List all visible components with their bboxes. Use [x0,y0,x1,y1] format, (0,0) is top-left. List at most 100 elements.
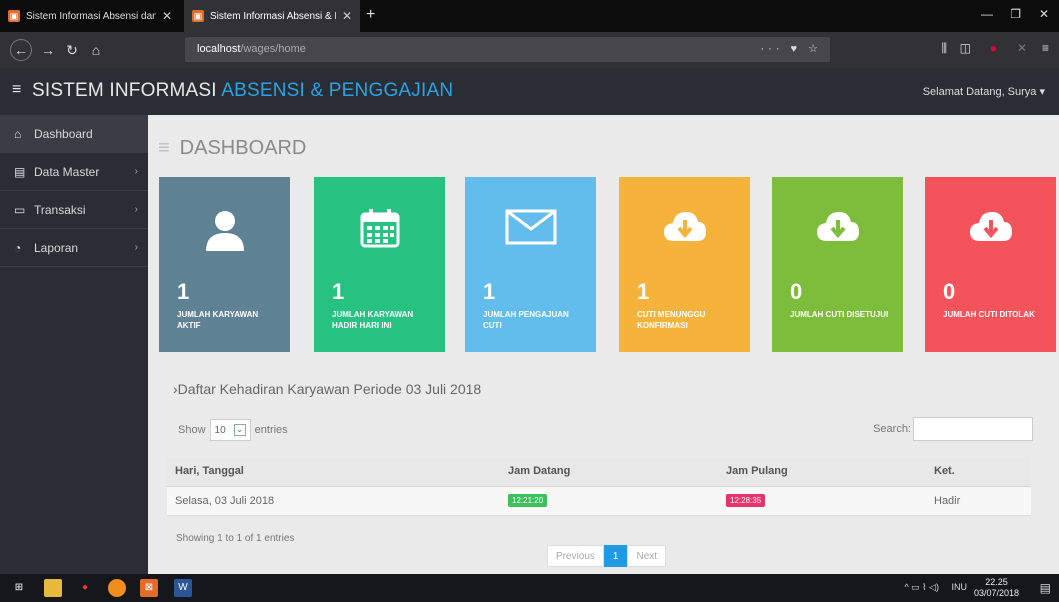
attendance-table: Hari, Tanggal Jam Datang Jam Pulang Ket.… [167,457,1031,516]
main-content: ≡ DASHBOARD 1 JUMLAH KARYAWAN AKTIF 1 JUM… [148,115,1059,574]
restore-button[interactable]: ❐ [1010,7,1021,21]
home-icon: ⌂ [14,127,22,141]
stat-card-cuti-ditolak[interactable]: 0 JUMLAH CUTI DITOLAK [925,177,1056,352]
forward-button[interactable]: → [38,40,58,60]
clock-time: 22.25 [985,577,1008,587]
os-taskbar: ⊞ ● ⊠ W ^ ▭ ⌇ ◁) INU 22.25 03/07/2018 ▤ [0,574,1059,602]
extension-icon[interactable]: ✕ [1017,41,1027,55]
stat-card-cuti-menunggu[interactable]: 1 CUTI MENUNGGU KONFIRMASI [619,177,750,352]
sidebar-item-dashboard[interactable]: ⌂ Dashboard [0,115,148,153]
stat-label: JUMLAH CUTI DITOLAK [943,310,1035,319]
column-header-jam-pulang[interactable]: Jam Pulang [718,457,926,487]
page-title: ≡ DASHBOARD [158,137,306,160]
adblock-icon[interactable]: ● [990,41,997,55]
tab-title: Sistem Informasi Absensi dan P [26,10,156,22]
page-length-select[interactable]: 10 ⌄ [209,419,251,441]
sidebar-item-label: Transaksi [34,203,86,217]
app-header: ≡ SISTEM INFORMASI ABSENSI & PENGGAJIAN … [0,68,1059,115]
stat-label: JUMLAH PENGAJUAN CUTI [483,310,569,330]
table-info: Showing 1 to 1 of 1 entries [176,533,295,544]
sidebar-item-laporan[interactable]: ◔ Laporan › [0,229,148,267]
browser-tab-2[interactable]: ▣ Sistem Informasi Absensi & Per ✕ [184,0,360,32]
app-title: SISTEM INFORMASI ABSENSI & PENGGAJIAN [32,80,453,102]
envelope-icon [465,207,596,250]
section-heading: ›Daftar Kehadiran Karyawan Periode 03 Ju… [173,381,481,397]
cell-date: Selasa, 03 Juli 2018 [167,486,500,516]
browser-nav-bar: ← → ↻ ⌂ ⓘlocalhost/wages/home ··· ♥ ☆ ⫼ … [0,32,1059,473]
sidebar-item-label: Dashboard [34,127,93,141]
minimize-button[interactable]: — [981,7,993,21]
stat-label: CUTI MENUNGGU KONFIRMASI [637,310,706,330]
stat-card-karyawan-aktif[interactable]: 1 JUMLAH KARYAWAN AKTIF [159,177,290,352]
pagination-previous[interactable]: Previous [547,545,604,567]
windows-start-icon[interactable]: ⊞ [10,579,28,597]
sidebar-item-data-master[interactable]: ▤ Data Master › [0,153,148,191]
page-length-control: Show 10 ⌄ entries [178,419,288,441]
cloud-download-icon [772,207,903,250]
language-indicator[interactable]: INU [952,582,968,592]
sidebar-toggle-icon[interactable]: ◫ [960,41,971,55]
menu-toggle-icon[interactable]: ≡ [12,81,21,99]
system-clock[interactable]: 22.25 03/07/2018 [974,577,1019,599]
url-host: localhost [197,43,241,55]
file-explorer-icon[interactable] [44,579,62,597]
show-label: Show [178,424,206,436]
stat-card-karyawan-hadir[interactable]: 1 JUMLAH KARYAWAN HADIR HARI INI [314,177,445,352]
user-icon [159,207,290,256]
close-tab-icon[interactable]: ✕ [342,9,352,23]
chevron-right-icon: › [134,166,138,177]
sidebar-item-label: Data Master [34,165,100,179]
browser-tab-1[interactable]: ▣ Sistem Informasi Absensi dan P ✕ [0,0,180,32]
library-icon[interactable]: ⫼ [941,41,947,56]
home-button[interactable]: ⌂ [86,40,106,60]
app-icon[interactable]: ● [76,579,94,597]
user-menu[interactable]: Selamat Datang, Surya ▾ [923,85,1045,98]
search-input[interactable] [913,417,1033,441]
pagination-page[interactable]: 1 [603,545,628,567]
page-actions-icon[interactable]: ··· ♥ ☆ [761,37,823,62]
time-out-badge: 12:28:35 [726,494,766,507]
url-bar[interactable]: ⓘlocalhost/wages/home ··· ♥ ☆ [185,37,830,473]
chevron-right-icon: › [134,242,138,253]
column-header-date[interactable]: Hari, Tanggal [167,457,500,487]
stat-card-cuti-disetujui[interactable]: 0 JUMLAH CUTI DISETUJUI [772,177,903,352]
stat-label: JUMLAH KARYAWAN HADIR HARI INI [332,310,414,330]
reload-button[interactable]: ↻ [62,40,82,60]
pagination-next[interactable]: Next [627,545,667,567]
close-window-button[interactable]: ✕ [1039,7,1049,21]
cloud-download-icon [619,207,750,250]
word-icon[interactable]: W [174,579,192,597]
column-header-jam-datang[interactable]: Jam Datang [500,457,718,487]
stat-value: 0 [943,279,956,304]
back-button[interactable]: ← [10,39,32,61]
site-favicon-icon: ▣ [192,10,204,22]
search-label: Search: [873,423,911,435]
list-icon: ▤ [14,165,26,179]
table-header-row: Hari, Tanggal Jam Datang Jam Pulang Ket. [167,457,1031,487]
firefox-icon[interactable] [108,579,126,597]
sidebar-item-label: Laporan [34,241,79,255]
close-tab-icon[interactable]: ✕ [162,9,172,23]
monitor-icon: ▭ [14,203,26,217]
system-tray-icons[interactable]: ^ ▭ ⌇ ◁) [904,582,939,593]
browser-menu-icon[interactable]: ≡ [1042,41,1049,55]
pagination: Previous 1 Next [547,545,667,567]
xampp-icon[interactable]: ⊠ [140,579,158,597]
cloud-download-icon [925,207,1056,250]
column-header-ket[interactable]: Ket. [926,457,1031,487]
pie-chart-icon: ◔ [14,241,22,255]
chevron-right-icon: › [134,204,138,215]
sidebar-item-transaksi[interactable]: ▭ Transaksi › [0,191,148,229]
new-tab-button[interactable]: + [366,6,375,24]
notification-icon[interactable]: ▤ [1040,581,1051,595]
app-title-main: SISTEM INFORMASI [32,80,222,101]
page-title-text: DASHBOARD [179,137,307,159]
clock-date: 03/07/2018 [973,588,1019,598]
stat-label: JUMLAH KARYAWAN AKTIF [177,310,259,330]
site-favicon-icon: ▣ [8,10,20,22]
stat-value: 0 [790,279,803,304]
stat-label: JUMLAH CUTI DISETUJUI [790,310,889,319]
cell-status: Hadir [926,486,1031,516]
stat-card-pengajuan-cuti[interactable]: 1 JUMLAH PENGAJUAN CUTI [465,177,596,352]
entries-label: entries [254,424,288,436]
